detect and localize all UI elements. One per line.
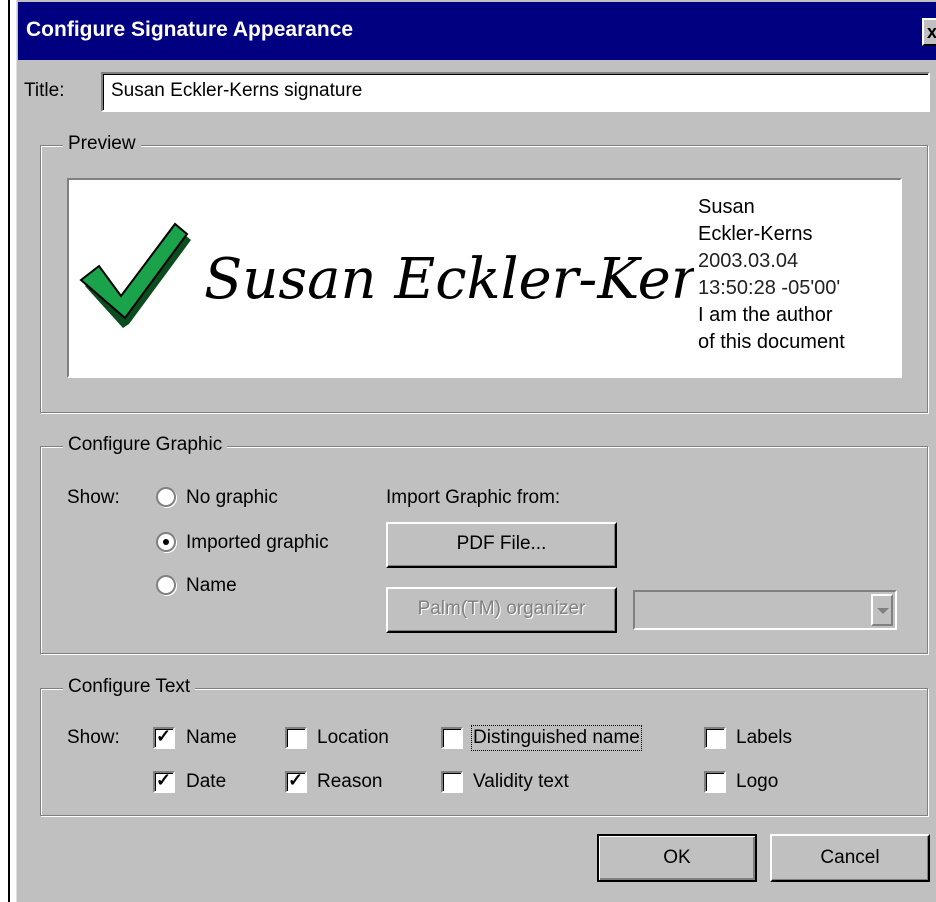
checkbox-name[interactable]: ✓ <box>153 726 175 749</box>
pdf-file-button[interactable]: PDF File... <box>386 522 617 568</box>
graphic-show-label: Show: <box>67 487 120 508</box>
checkmark-icon <box>79 222 191 328</box>
checkbox-reason-label[interactable]: Reason <box>317 771 383 793</box>
title-label: Title: <box>24 80 65 101</box>
radio-selected-dot <box>163 539 169 545</box>
radio-name[interactable] <box>156 575 176 595</box>
configure-text-legend: Configure Text <box>63 676 196 698</box>
preview-line: I am the author <box>698 304 833 326</box>
preview-line: Susan <box>698 196 755 218</box>
checkbox-date-label[interactable]: Date <box>186 771 226 793</box>
import-graphic-label: Import Graphic from: <box>386 487 561 508</box>
checkmark-glyph: ✓ <box>156 770 172 790</box>
preview-line: Eckler-Kerns <box>698 223 813 245</box>
configure-text-group: Configure Text <box>40 676 928 816</box>
checkbox-validity-text-label[interactable]: Validity text <box>473 771 569 793</box>
radio-imported-graphic-label[interactable]: Imported graphic <box>186 532 329 554</box>
dropdown-arrow[interactable] <box>871 594 893 626</box>
checkbox-validity-text[interactable] <box>441 771 463 793</box>
checkmark-glyph: ✓ <box>288 770 304 790</box>
preview-legend: Preview <box>63 133 141 155</box>
title-bar[interactable]: Configure Signature Appearance x <box>18 2 936 60</box>
title-input[interactable]: Susan Eckler-Kerns signature <box>101 72 930 112</box>
checkmark-glyph: ✓ <box>156 726 172 746</box>
cancel-button[interactable]: Cancel <box>770 834 930 882</box>
checkbox-labels[interactable] <box>704 727 726 749</box>
checkbox-reason[interactable]: ✓ <box>285 770 307 793</box>
dialog-title: Configure Signature Appearance <box>26 18 354 41</box>
checkbox-labels-label[interactable]: Labels <box>736 727 792 749</box>
preview-line: 2003.03.04 <box>698 250 799 272</box>
radio-name-label[interactable]: Name <box>186 575 237 597</box>
preview-details: Susan Eckler-Kerns 2003.03.04 13:50:28 -… <box>698 194 845 356</box>
radio-imported-graphic[interactable] <box>156 532 176 552</box>
cancel-button-label: Cancel <box>820 847 880 868</box>
palm-organizer-button[interactable]: Palm(TM) organizer <box>386 587 617 633</box>
window-left-edge <box>8 0 10 902</box>
handwritten-signature: Susan Eckler-Kerns <box>204 247 694 312</box>
pdf-file-button-label: PDF File... <box>456 533 547 554</box>
preview-line: of this document <box>698 331 845 353</box>
title-input-value: Susan Eckler-Kerns signature <box>111 80 363 101</box>
checkbox-distinguished-name[interactable] <box>441 727 463 749</box>
radio-no-graphic[interactable] <box>156 487 176 507</box>
radio-no-graphic-label[interactable]: No graphic <box>186 487 278 509</box>
ok-button-label: OK <box>663 847 691 868</box>
checkbox-name-label[interactable]: Name <box>186 727 237 749</box>
ok-button[interactable]: OK <box>597 834 757 882</box>
configure-graphic-legend: Configure Graphic <box>63 434 228 456</box>
signature-script-text: Susan Eckler-Kerns <box>204 247 694 312</box>
checkbox-logo[interactable] <box>704 771 726 793</box>
chevron-down-icon <box>877 608 889 614</box>
checkbox-distinguished-name-label[interactable]: Distinguished name <box>471 725 642 751</box>
text-show-label: Show: <box>67 727 120 748</box>
preview-line: 13:50:28 -05'00' <box>698 277 841 299</box>
signature-preview: Susan Eckler-Kerns Susan Eckler-Kerns 20… <box>67 178 902 378</box>
checkbox-logo-label[interactable]: Logo <box>736 771 778 793</box>
checkbox-location[interactable] <box>285 727 307 749</box>
palm-organizer-button-label: Palm(TM) organizer <box>417 598 586 619</box>
checkbox-location-label[interactable]: Location <box>317 727 389 749</box>
palm-organizer-select[interactable] <box>633 590 897 630</box>
close-icon[interactable]: x <box>922 18 936 46</box>
checkbox-date[interactable]: ✓ <box>153 770 175 793</box>
